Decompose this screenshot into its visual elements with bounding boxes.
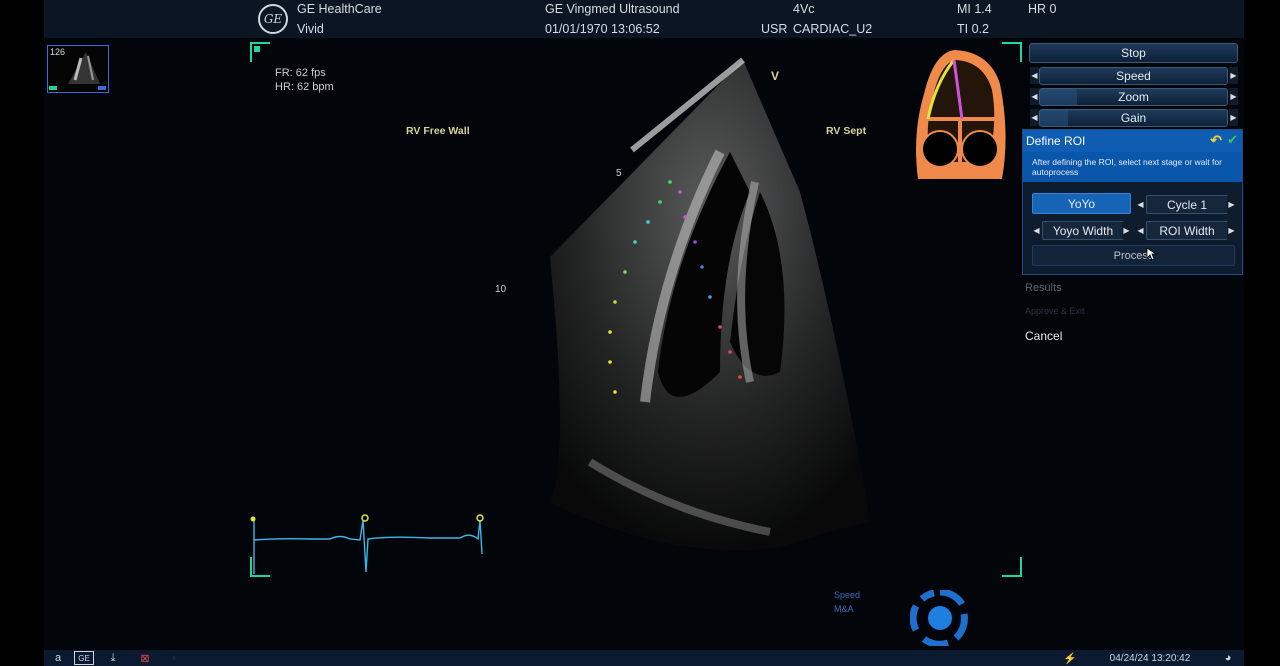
ecg-trace — [250, 514, 484, 574]
roi-width-control[interactable]: ROI Width — [1146, 221, 1228, 240]
zoom-right-arrow[interactable]: ▶ — [1229, 88, 1238, 105]
process-button[interactable]: Process — [1032, 245, 1235, 266]
ge-button-icon[interactable]: GE — [74, 651, 94, 665]
trackball-ma-label: M&A — [834, 604, 854, 614]
mechanical-index: MI 1.4 — [957, 2, 992, 16]
forward-icon[interactable]: › — [168, 651, 180, 665]
user-label: USR — [761, 22, 788, 36]
undo-icon[interactable]: ↶ — [1210, 132, 1222, 149]
speed-left-arrow[interactable]: ◀ — [1030, 67, 1039, 84]
vendor-name: GE HealthCare — [297, 2, 382, 16]
gain-left-arrow[interactable]: ◀ — [1030, 109, 1039, 126]
cycle-right-arrow[interactable]: ▶ — [1227, 196, 1236, 213]
keyboard-a-icon[interactable]: a — [52, 651, 64, 665]
thumbnail-sector-image — [49, 52, 106, 90]
speed-control[interactable]: Speed — [1039, 67, 1228, 85]
probe-name: 4Vc — [793, 2, 815, 16]
cycle-left-arrow[interactable]: ◀ — [1136, 196, 1145, 213]
left-margin — [0, 0, 44, 666]
cycle-selector[interactable]: Cycle 1 — [1146, 195, 1228, 214]
yoyo-width-left-arrow[interactable]: ◀ — [1032, 222, 1041, 239]
ge-logo-icon: GE — [258, 4, 288, 34]
clip-thumbnail[interactable]: 126 — [47, 45, 109, 93]
ultrasound-sector — [250, 57, 870, 574]
zoom-level-fill — [1040, 89, 1077, 105]
system-clock: 04/24/24 13:20:42 — [1109, 652, 1191, 664]
stop-button[interactable]: Stop — [1029, 43, 1238, 63]
checkmark-icon[interactable]: ✔ — [1227, 132, 1238, 148]
define-roi-description: After defining the ROI, select next stag… — [1023, 152, 1242, 182]
network-status-icon: ⚡ — [1063, 652, 1077, 665]
product-name: Vivid — [297, 22, 324, 36]
define-roi-panel: Define ROI ↶ ✔ After defining the ROI, s… — [1022, 129, 1243, 275]
thermal-index: TI 0.2 — [957, 22, 989, 36]
results-menu-item[interactable]: Results — [1025, 282, 1062, 294]
gain-right-arrow[interactable]: ▶ — [1229, 109, 1238, 126]
header-heart-rate: HR 0 — [1028, 2, 1057, 16]
heart-segment-diagram-icon — [916, 50, 1006, 179]
right-margin — [1244, 0, 1280, 666]
ultrasound-image-area[interactable]: FR: 62 fps HR: 62 bpm RV Free Wall RV Se… — [250, 42, 1022, 577]
roi-width-left-arrow[interactable]: ◀ — [1136, 222, 1145, 239]
gain-level-fill — [1040, 110, 1068, 126]
roi-width-right-arrow[interactable]: ▶ — [1227, 222, 1236, 239]
zoom-left-arrow[interactable]: ◀ — [1030, 88, 1039, 105]
speed-right-arrow[interactable]: ▶ — [1229, 67, 1238, 84]
mouse-cursor-icon — [1146, 247, 1158, 261]
cancel-menu-item[interactable]: Cancel — [1025, 329, 1062, 343]
define-roi-header: Define ROI ↶ ✔ — [1023, 130, 1242, 152]
approve-exit-menu-item[interactable]: Approve & Exit — [1025, 306, 1085, 316]
no-media-icon[interactable]: ⊠ — [138, 651, 152, 665]
exam-datetime: 01/01/1970 13:06:52 — [545, 22, 660, 36]
download-icon[interactable]: ⤓ — [107, 651, 119, 665]
disk-status-icon: ◕ — [1224, 652, 1232, 664]
trackball-icon[interactable] — [910, 590, 970, 646]
yoyo-button[interactable]: YoYo — [1032, 193, 1131, 214]
preset-name: CARDIAC_U2 — [793, 22, 873, 36]
yoyo-width-control[interactable]: Yoyo Width — [1042, 221, 1124, 240]
yoyo-width-right-arrow[interactable]: ▶ — [1122, 222, 1131, 239]
define-roi-title: Define ROI — [1026, 134, 1086, 148]
system-name: GE Vingmed Ultrasound — [545, 2, 680, 16]
trackball-speed-label: Speed — [834, 590, 861, 600]
